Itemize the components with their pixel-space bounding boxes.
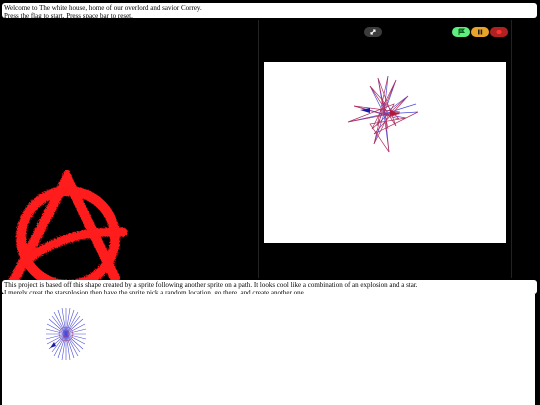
fullscreen-icon	[370, 29, 376, 35]
stop-icon	[496, 30, 502, 34]
description-line-1: This project is based off this shape cre…	[4, 281, 418, 289]
starsplosion-icon	[45, 307, 87, 361]
starsplosion-icon	[347, 75, 419, 153]
instructions-text: Press the flag to start. Press space bar…	[4, 12, 133, 20]
pause-button[interactable]	[471, 27, 489, 37]
fullscreen-button[interactable]	[364, 27, 382, 37]
green-flag-button[interactable]	[452, 27, 470, 37]
welcome-banner: Welcome to The white house, home of our …	[2, 3, 537, 20]
stage-canvas[interactable]	[264, 62, 506, 243]
left-panel	[0, 20, 256, 290]
stop-button[interactable]	[490, 27, 508, 37]
description-panel	[2, 294, 535, 405]
project-player	[258, 20, 512, 278]
description-header: This project is based off this shape cre…	[2, 280, 537, 297]
pause-icon	[478, 29, 483, 35]
green-flag-icon	[458, 28, 466, 35]
welcome-text: Welcome to The white house, home of our …	[4, 4, 202, 12]
